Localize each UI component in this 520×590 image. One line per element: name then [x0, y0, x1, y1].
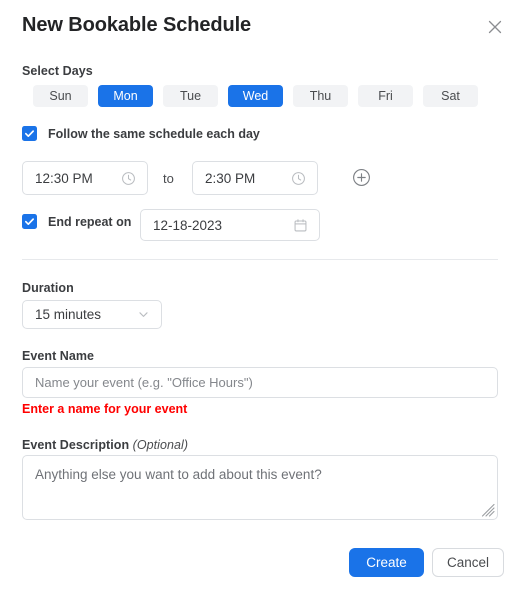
duration-value: 15 minutes — [35, 307, 102, 322]
clock-icon[interactable] — [291, 171, 317, 186]
start-time-input[interactable]: 12:30 PM — [22, 161, 148, 195]
end-repeat-label: End repeat on — [48, 214, 132, 229]
day-pill-sun[interactable]: Sun — [33, 85, 88, 107]
dialog-header: New Bookable Schedule — [0, 0, 520, 52]
plus-circle-icon[interactable] — [352, 168, 371, 187]
select-days-label: Select Days — [22, 64, 93, 78]
end-repeat-date-input[interactable]: 12-18-2023 — [140, 209, 320, 241]
duration-select[interactable]: 15 minutes — [22, 300, 162, 329]
cancel-button[interactable]: Cancel — [432, 548, 504, 577]
section-divider — [22, 259, 498, 260]
event-description-optional-tag: (Optional) — [132, 438, 189, 452]
day-pill-tue[interactable]: Tue — [163, 85, 218, 107]
calendar-icon[interactable] — [293, 218, 319, 233]
day-pill-thu[interactable]: Thu — [293, 85, 348, 107]
follow-schedule-row: Follow the same schedule each day — [22, 126, 260, 141]
event-name-input[interactable] — [22, 367, 498, 398]
create-button[interactable]: Create — [349, 548, 424, 577]
end-repeat-date-value: 12-18-2023 — [153, 217, 223, 233]
day-selector: Sun Mon Tue Wed Thu Fri Sat — [33, 85, 478, 107]
event-name-error: Enter a name for your event — [22, 402, 188, 416]
day-pill-fri[interactable]: Fri — [358, 85, 413, 107]
duration-label: Duration — [22, 281, 74, 295]
time-range-separator: to — [163, 171, 174, 186]
end-repeat-checkbox[interactable] — [22, 214, 37, 229]
day-pill-sat[interactable]: Sat — [423, 85, 478, 107]
event-name-label: Event Name — [22, 349, 95, 363]
follow-schedule-checkbox[interactable] — [22, 126, 37, 141]
end-time-value: 2:30 PM — [205, 170, 256, 186]
event-description-input[interactable] — [22, 455, 498, 520]
event-description-label-text: Event Description — [22, 438, 130, 452]
start-time-value: 12:30 PM — [35, 170, 93, 186]
close-icon[interactable] — [484, 16, 506, 38]
chevron-down-icon[interactable] — [137, 308, 161, 321]
end-time-input[interactable]: 2:30 PM — [192, 161, 318, 195]
end-repeat-row: End repeat on — [22, 214, 131, 229]
event-description-label: Event Description (Optional) — [22, 438, 188, 452]
dialog-title: New Bookable Schedule — [22, 14, 252, 36]
new-bookable-schedule-dialog: New Bookable Schedule Select Days Sun Mo… — [0, 0, 520, 590]
follow-schedule-label: Follow the same schedule each day — [48, 126, 260, 141]
clock-icon[interactable] — [121, 171, 147, 186]
day-pill-wed[interactable]: Wed — [228, 85, 283, 107]
day-pill-mon[interactable]: Mon — [98, 85, 153, 107]
